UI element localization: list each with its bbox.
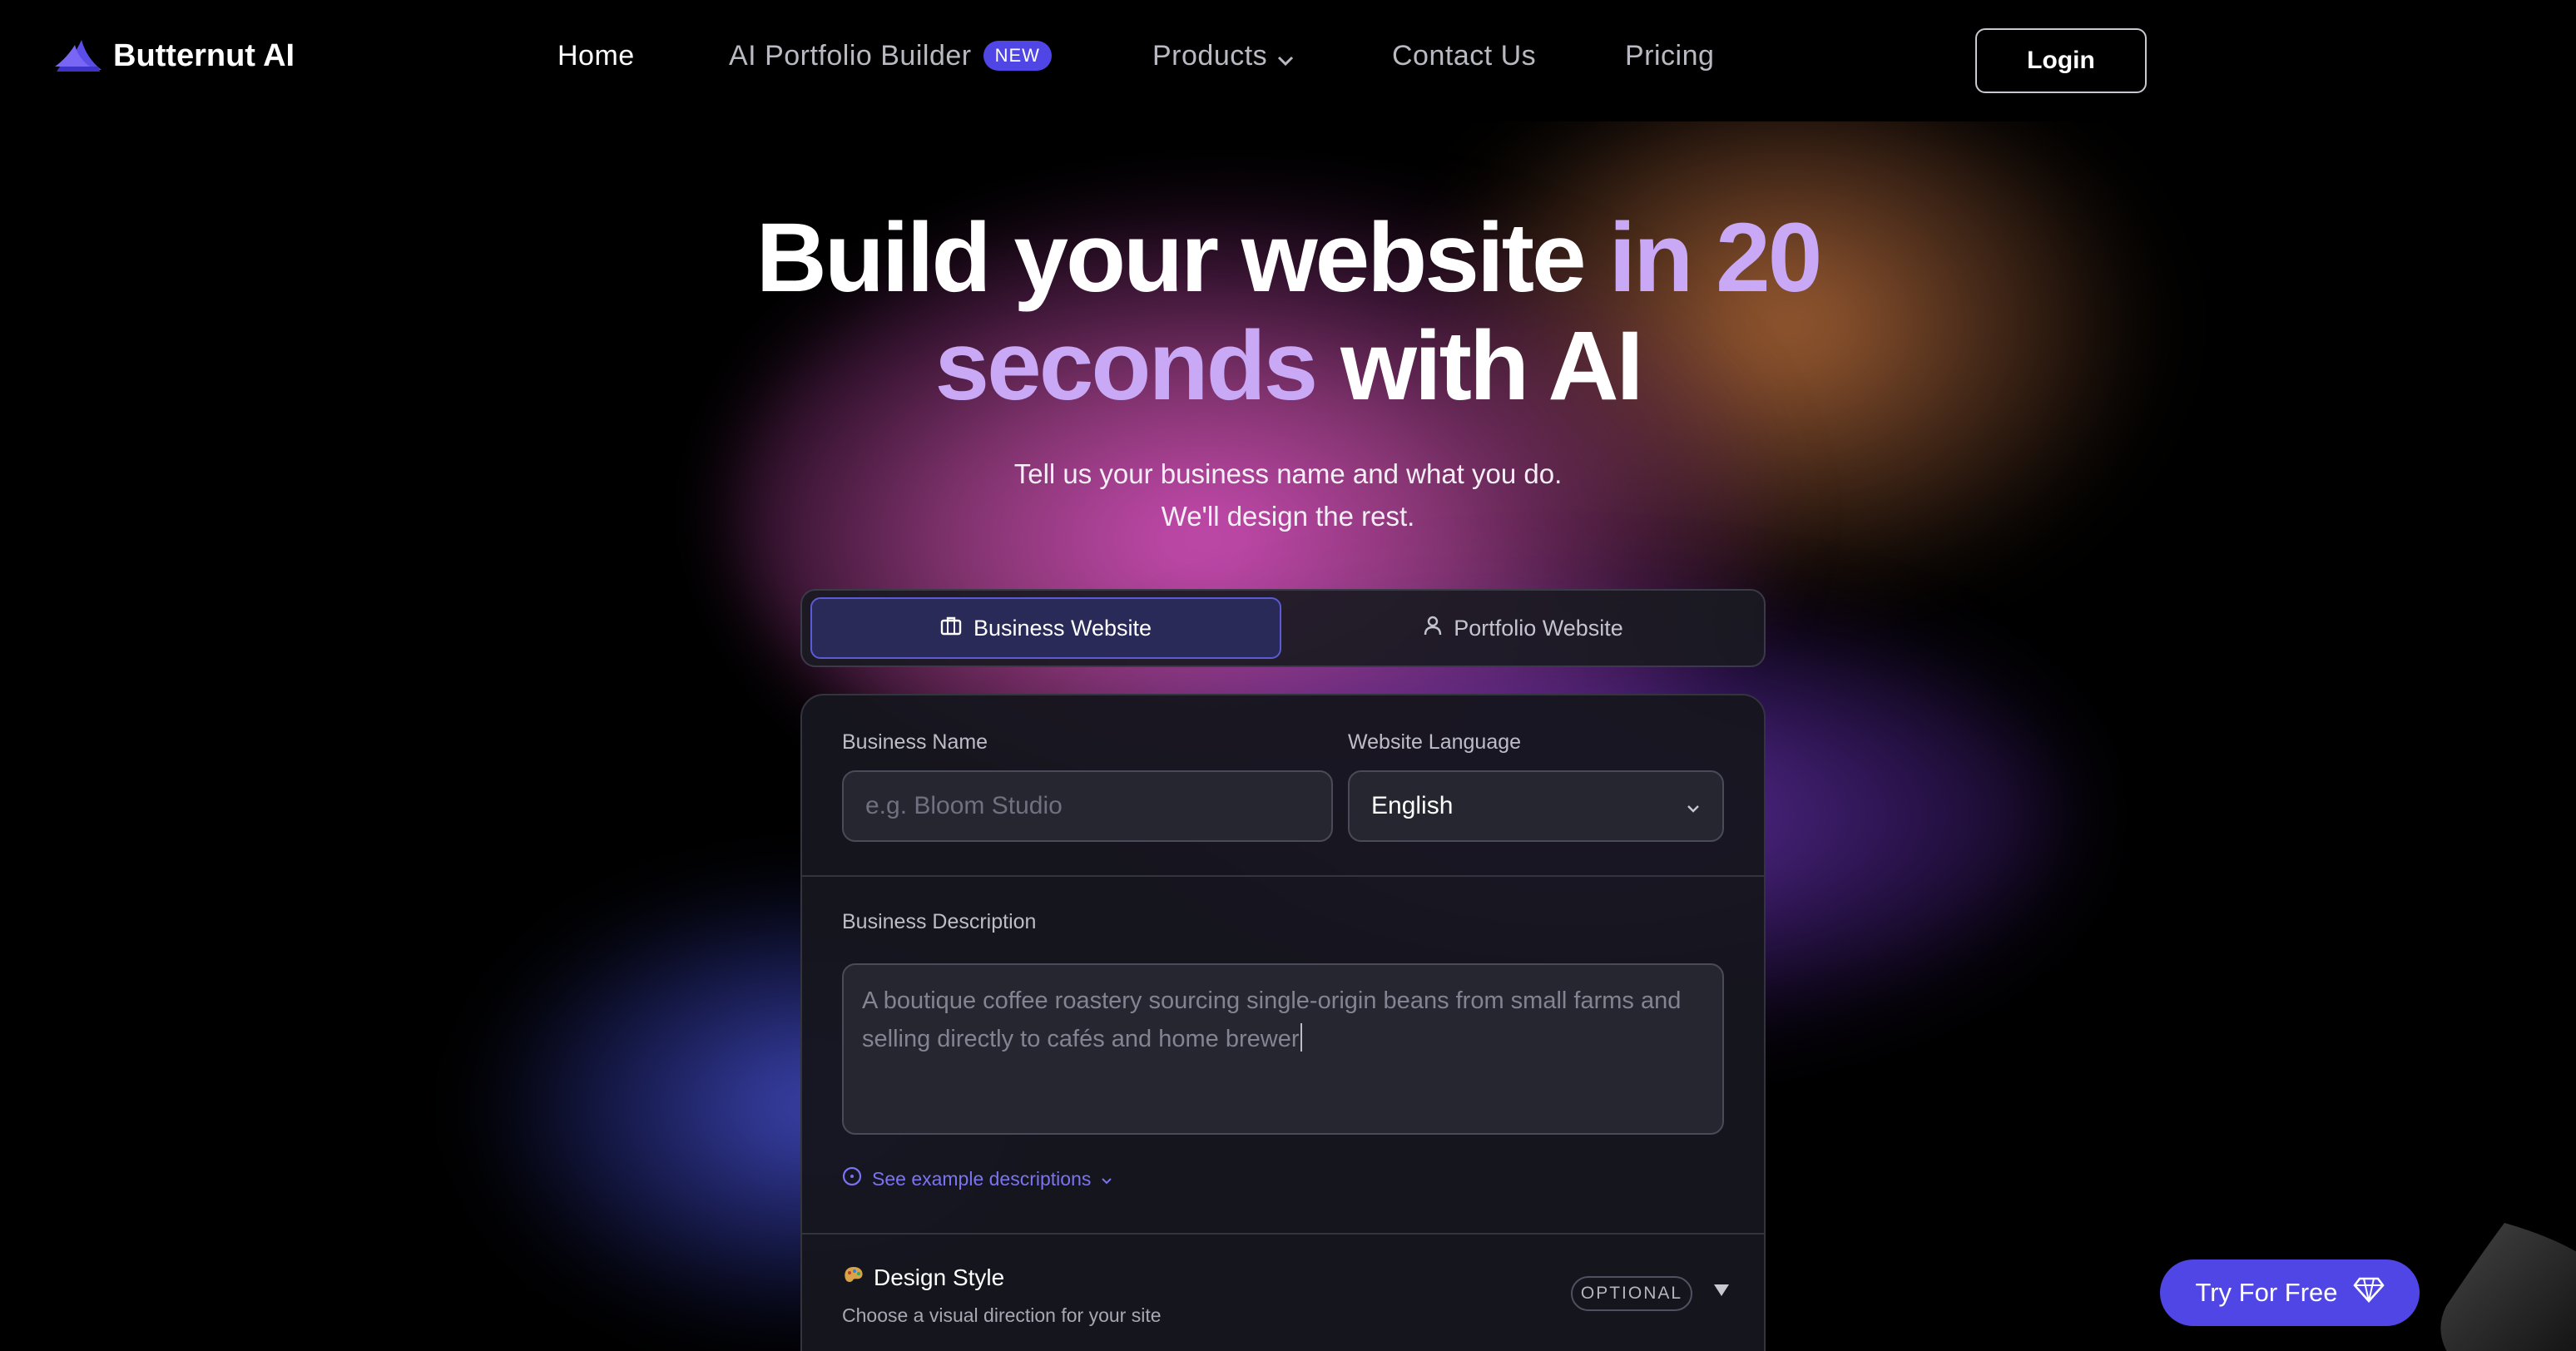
design-style-description: Choose a visual direction for your site [842,1304,1162,1326]
briefcase-icon [940,616,962,641]
diamond-icon [2352,1276,2385,1309]
business-name-label: Business Name [842,730,988,754]
nav-ai-portfolio-builder-label: AI Portfolio Builder [729,40,972,72]
design-style-section[interactable]: Design Style Choose a visual direction f… [842,1264,1162,1327]
website-type-tabs: Business Website Portfolio Website [800,589,1766,667]
nav-products-label: Products [1152,40,1268,72]
example-link-label: See example descriptions [872,1167,1092,1190]
tab-portfolio-label: Portfolio Website [1454,615,1623,641]
business-description-textarea[interactable]: A boutique coffee roastery sourcing sing… [842,963,1724,1135]
top-navbar: Butternut AI Home AI Portfolio Builder NE… [0,0,2576,121]
triangle-down-icon[interactable] [1712,1278,1731,1304]
tab-business-label: Business Website [973,615,1152,641]
optional-badge: OPTIONAL [1571,1276,1692,1311]
see-example-descriptions-link[interactable]: See example descriptions [842,1166,1112,1191]
business-description-label: Business Description [842,910,1037,933]
website-language-value: English [1371,792,1454,819]
hero-title-part1: Build your website [755,203,1609,313]
hero-subtitle: Tell us your business name and what you … [0,453,2576,537]
business-description-text: A boutique coffee roastery sourcing sing… [862,987,1682,1052]
hero-title: Build your website in 20 seconds with AI [0,204,2576,420]
brand-logo[interactable]: Butternut AI [53,33,295,79]
tab-portfolio-website[interactable]: Portfolio Website [1288,597,1759,659]
info-circle-icon [842,1166,862,1191]
decorative-3d-shape [2413,1206,2576,1351]
section-divider [802,1233,1764,1235]
chevron-down-icon [1277,42,1294,74]
user-icon [1424,616,1442,641]
hero-title-part2: with AI [1315,311,1643,421]
design-style-title: Design Style [842,1264,1162,1291]
website-form-card: Business Name e.g. Bloom Studio Website … [800,694,1766,1351]
hero-title-highlight2: seconds [934,311,1319,421]
palette-icon [842,1264,865,1291]
try-for-free-label: Try For Free [2195,1278,2338,1307]
try-for-free-button[interactable]: Try For Free [2160,1259,2420,1326]
website-language-select[interactable]: English [1348,770,1724,842]
website-language-label: Website Language [1348,730,1522,754]
nav-products[interactable]: Products [1152,40,1294,74]
brand-name: Butternut AI [113,38,295,73]
nav-ai-portfolio-builder[interactable]: AI Portfolio Builder NEW [729,40,1052,72]
nav-home[interactable]: Home [557,40,635,72]
hero-subtitle-line2: We'll design the rest. [1161,501,1415,532]
text-cursor [1300,1023,1303,1052]
tab-business-website[interactable]: Business Website [810,597,1281,659]
nav-contact-us[interactable]: Contact Us [1392,40,1536,72]
nav-pricing[interactable]: Pricing [1625,40,1714,72]
chevron-down-icon [1101,1168,1112,1190]
hero-subtitle-line1: Tell us your business name and what you … [1013,458,1563,489]
business-name-input[interactable]: e.g. Bloom Studio [842,770,1333,842]
login-button[interactable]: Login [1975,28,2147,93]
design-style-title-text: Design Style [874,1264,1005,1290]
new-badge: NEW [983,41,1052,71]
chevron-down-icon [1686,792,1701,820]
hero-title-highlight1: in 20 [1608,203,1822,313]
butternut-logo-icon [53,33,105,79]
section-divider [802,875,1764,877]
